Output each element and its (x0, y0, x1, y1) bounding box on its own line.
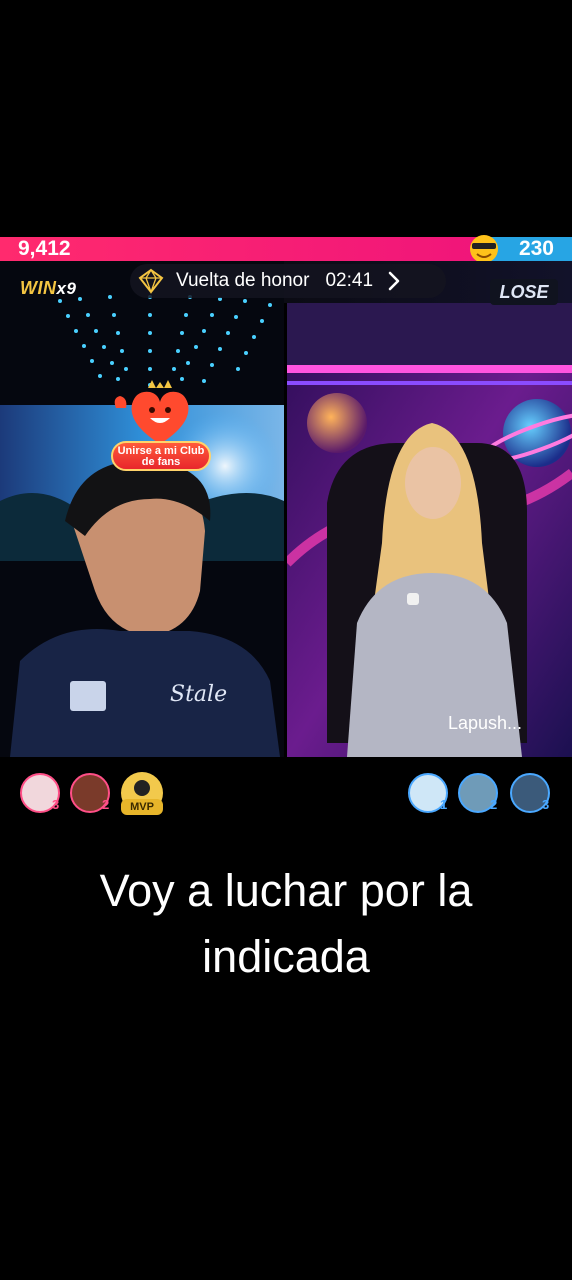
caption-line-1: Voy a luchar por la (99, 865, 473, 916)
left-gifter-rank-2: 2 (102, 797, 110, 812)
left-stream-scene: Stale (0, 261, 284, 757)
lose-badge: LOSE (490, 279, 558, 305)
left-score: 9,412 (18, 237, 71, 260)
victory-lap-timer: 02:41 (325, 270, 374, 291)
mvp-badge: MVP (121, 799, 163, 815)
cool-emoji-icon (470, 235, 498, 263)
victory-lap-pill[interactable]: Vuelta de honor 02:41 (130, 264, 446, 298)
right-streamer-name[interactable]: Lapush... (448, 713, 522, 734)
left-stream-video[interactable]: Stale (0, 261, 284, 757)
win-streak-badge: WINx9 (20, 278, 76, 299)
video-caption: Voy a luchar por la indicada (0, 858, 572, 990)
left-score-segment: 9,412 (0, 237, 487, 261)
win-multiplier: x9 (56, 279, 77, 298)
fan-club-label-line2: de fans (141, 456, 181, 468)
diamond-icon (138, 268, 164, 294)
left-gifter-rank-1: 3 (52, 797, 60, 812)
win-label: WIN (20, 278, 57, 298)
right-stream-scene (287, 303, 572, 757)
victory-lap-label: Vuelta de honor (176, 270, 310, 291)
chevron-right-icon (388, 271, 400, 291)
right-stream-video[interactable] (287, 303, 572, 757)
right-gifter-rank-2: 2 (490, 797, 498, 812)
caption-line-2: indicada (202, 931, 370, 982)
right-gifter-rank-1: 1 (440, 797, 448, 812)
join-fan-club-button[interactable]: Unirse a mi Club de fans (111, 441, 211, 471)
svg-text:Stale: Stale (170, 682, 227, 707)
right-score: 230 (518, 237, 554, 260)
right-gifter-rank-3: 3 (542, 797, 550, 812)
